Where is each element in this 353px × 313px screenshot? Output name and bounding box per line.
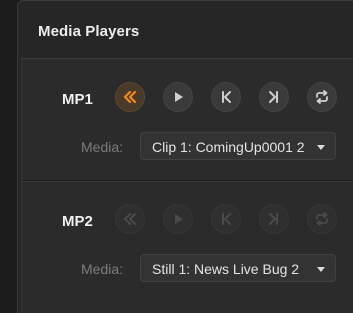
mp2-media-value: Still 1: News Live Bug 2 [152,261,300,277]
mp1-media-label: Media: [81,139,124,155]
media-player-1-section: MP1 Media: Clip 1: ComingUp0001 2 [22,59,353,180]
media-players-panel: Media Players MP1 Media: Clip 1: ComingU… [17,0,353,313]
skip-to-end-icon [269,91,278,103]
mp1-rewind-button[interactable] [115,82,145,112]
chevron-down-icon [317,145,325,150]
mp1-label: MP1 [62,91,93,108]
skip-to-end-icon [269,213,278,225]
mp1-loop-button[interactable] [307,82,337,112]
mp1-skip-to-end-button[interactable] [259,82,289,112]
play-icon [175,214,183,224]
loop-icon [316,90,328,104]
mp2-media-label: Media: [81,261,124,277]
mp2-rewind-button[interactable] [115,204,145,234]
skip-to-start-icon [222,213,231,225]
mp1-play-button[interactable] [163,82,193,112]
mp2-skip-to-end-button[interactable] [259,204,289,234]
mp1-skip-to-start-button[interactable] [211,82,241,112]
mp2-skip-to-start-button[interactable] [211,204,241,234]
play-icon [175,92,183,102]
rewind-icon [123,90,137,104]
mp2-label: MP2 [62,213,93,230]
panel-body: MP1 Media: Clip 1: ComingUp0001 2 MP2 Me… [21,58,353,313]
panel-title: Media Players [38,23,140,40]
mp1-media-value: Clip 1: ComingUp0001 2 [152,139,305,155]
media-player-2-section: MP2 Media: Still 1: News Live Bug 2 [22,180,353,301]
mp1-media-select[interactable]: Clip 1: ComingUp0001 2 [140,132,336,160]
mp2-play-button[interactable] [163,204,193,234]
mp2-media-select[interactable]: Still 1: News Live Bug 2 [140,254,336,282]
rewind-icon [124,213,136,225]
loop-icon [316,212,328,226]
skip-to-start-icon [222,91,231,103]
mp2-loop-button[interactable] [307,204,337,234]
chevron-down-icon [317,267,325,272]
